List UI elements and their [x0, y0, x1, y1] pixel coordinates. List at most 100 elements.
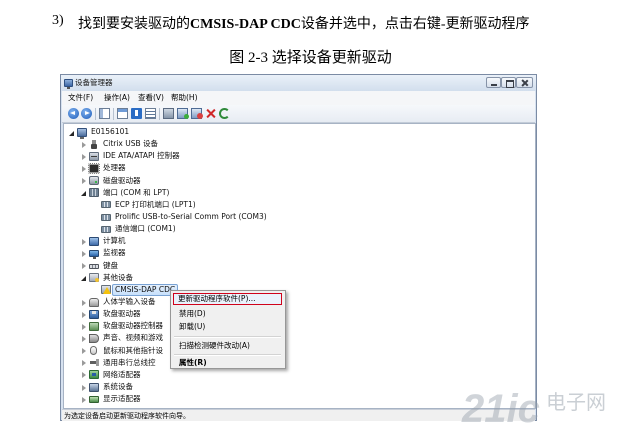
refresh-icon[interactable]	[219, 108, 230, 119]
tree-item-monitors[interactable]: 监视器	[64, 247, 535, 259]
view-icon[interactable]	[145, 108, 156, 119]
port-icon	[101, 201, 111, 209]
device-manager-window: 设备管理器 文件(F) 操作(A) 查看(V) 帮助(H) E0156101 C…	[60, 74, 537, 421]
tree-item-sound[interactable]: 声音、视频和游戏	[64, 332, 535, 344]
tree-item-label: 通信端口 (COM1)	[115, 224, 176, 234]
menu-action[interactable]: 操作(A)	[104, 91, 130, 105]
display-adapter-icon	[89, 395, 99, 403]
expand-arrow-icon[interactable]	[80, 262, 87, 270]
back-icon[interactable]	[68, 108, 79, 119]
tree-item-label: 通用串行总线控	[103, 357, 156, 367]
figure-caption: 图 2-3 选择设备更新驱动	[229, 50, 392, 66]
expand-arrow-icon[interactable]	[80, 384, 87, 391]
tree-item-label: 人体学输入设备	[103, 297, 156, 307]
toolbar-separator	[159, 108, 160, 120]
tree-item-label: 磁盘驱动器	[103, 175, 141, 185]
tree-item-processor[interactable]: 处理器	[64, 162, 535, 174]
menu-help[interactable]: 帮助(H)	[171, 91, 198, 105]
console-tree-icon[interactable]	[99, 108, 110, 119]
collapse-arrow-icon[interactable]	[80, 274, 87, 282]
usb-controller-icon	[89, 358, 99, 367]
tree-item-label: 网络适配器	[103, 369, 141, 379]
menu-item-scan-hardware[interactable]: 扫描检测硬件改动(A)	[173, 341, 282, 353]
step-instruction: 找到要安装驱动的CMSIS-DAP CDC设备并选中，点击右键-更新驱动程序	[78, 13, 530, 33]
tree-item-prolific-port[interactable]: Prolific USB-to-Serial Comm Port (COM3)	[64, 211, 535, 223]
collapse-arrow-icon[interactable]	[68, 129, 75, 136]
tree-item-ports[interactable]: 端口 (COM 和 LPT)	[64, 187, 535, 199]
menu-view[interactable]: 查看(V)	[138, 91, 164, 105]
expand-arrow-icon[interactable]	[80, 359, 87, 367]
expand-arrow-icon[interactable]	[80, 335, 87, 342]
menu-item-disable[interactable]: 禁用(D)	[173, 309, 282, 321]
maximize-button[interactable]	[501, 77, 516, 88]
tree-item-ide-controller[interactable]: IDE ATA/ATAPI 控制器	[64, 150, 535, 162]
tree-item-label: ECP 打印机端口 (LPT1)	[115, 199, 196, 209]
warning-device-icon	[101, 285, 111, 295]
update-driver-icon[interactable]	[177, 108, 189, 119]
tree-item-floppy-controllers[interactable]: 软盘驱动器控制器	[64, 320, 535, 332]
properties-icon[interactable]	[117, 108, 128, 119]
step-text-part: 设备并选中，点击右键-更新驱动程序	[300, 17, 530, 32]
hid-icon	[89, 297, 99, 307]
menu-item-uninstall[interactable]: 卸载(U)	[173, 322, 282, 334]
expand-arrow-icon[interactable]	[80, 323, 87, 330]
toolbar-separator	[95, 108, 96, 120]
status-text: 为选定设备启动更新驱动程序软件向导。	[64, 412, 190, 420]
disable-icon[interactable]	[191, 108, 203, 119]
usb-device-icon	[89, 139, 99, 149]
expand-arrow-icon[interactable]	[80, 311, 87, 318]
expand-arrow-icon[interactable]	[80, 165, 87, 172]
expand-arrow-icon[interactable]	[80, 250, 87, 257]
tree-item-label: 计算机	[103, 236, 126, 246]
expand-arrow-icon[interactable]	[80, 347, 87, 355]
mouse-icon	[90, 346, 97, 356]
menu-file[interactable]: 文件(F)	[68, 91, 93, 105]
toolbar	[62, 105, 535, 123]
tree-item-ecp-port[interactable]: ECP 打印机端口 (LPT1)	[64, 199, 535, 211]
tree-item-cmsis-dap-cdc[interactable]: CMSIS-DAP CDC	[64, 283, 535, 296]
tree-item-floppy-drives[interactable]: 软盘驱动器	[64, 308, 535, 320]
uninstall-icon[interactable]	[205, 108, 216, 119]
tree-item-label: 软盘驱动器	[103, 309, 141, 319]
tree-item-network-adapters[interactable]: 网络适配器	[64, 369, 535, 381]
device-tree: E0156101 Citrix USB 设备 IDE ATA/ATAPI 控制器…	[63, 123, 536, 409]
computer-icon	[89, 236, 99, 246]
tree-item-label: 键盘	[103, 260, 118, 270]
expand-arrow-icon[interactable]	[80, 238, 87, 245]
tree-item-mice[interactable]: 鼠标和其他指针设	[64, 345, 535, 357]
tree-item-other-devices[interactable]: 其他设备	[64, 272, 535, 284]
expand-arrow-icon[interactable]	[80, 153, 87, 160]
tree-item-keyboards[interactable]: 键盘	[64, 260, 535, 272]
expand-arrow-icon[interactable]	[80, 141, 87, 148]
ide-controller-icon	[89, 151, 99, 161]
forward-icon[interactable]	[81, 108, 92, 119]
watermark-site-name: 电子网	[546, 392, 606, 414]
computer-icon	[77, 127, 87, 139]
step-text-part: 找到要安装驱动的	[78, 17, 190, 32]
expand-arrow-icon[interactable]	[80, 177, 87, 185]
minimize-button[interactable]	[486, 77, 501, 88]
expand-arrow-icon[interactable]	[80, 299, 87, 306]
expand-arrow-icon[interactable]	[80, 371, 87, 379]
tree-item-root[interactable]: E0156101	[64, 126, 535, 139]
collapse-arrow-icon[interactable]	[80, 189, 87, 197]
toolbar-separator	[113, 108, 114, 120]
tree-item-disk-drives[interactable]: 磁盘驱动器	[64, 175, 535, 187]
help-icon[interactable]	[131, 108, 142, 119]
network-adapter-icon	[89, 370, 99, 380]
scan-hardware-icon[interactable]	[163, 108, 174, 119]
tree-item-com1-port[interactable]: 通信端口 (COM1)	[64, 223, 535, 235]
close-button[interactable]	[516, 77, 533, 88]
tree-item-computer[interactable]: 计算机	[64, 235, 535, 247]
menu-item-properties[interactable]: 属性(R)	[173, 358, 282, 370]
processor-icon	[88, 162, 100, 174]
tree-item-label: 鼠标和其他指针设	[103, 345, 163, 355]
floppy-controller-icon	[89, 321, 99, 331]
tree-item-citrix-usb[interactable]: Citrix USB 设备	[64, 138, 535, 150]
menu-item-update-driver[interactable]: 更新驱动程序软件(P)...	[173, 293, 282, 305]
tree-item-usb-controllers[interactable]: 通用串行总线控	[64, 357, 535, 369]
title-bar[interactable]: 设备管理器	[61, 75, 536, 91]
context-menu: 更新驱动程序软件(P)... 禁用(D) 卸载(U) 扫描检测硬件改动(A) 属…	[170, 290, 286, 369]
tree-item-hid[interactable]: 人体学输入设备	[64, 296, 535, 308]
expand-arrow-icon[interactable]	[80, 396, 87, 403]
